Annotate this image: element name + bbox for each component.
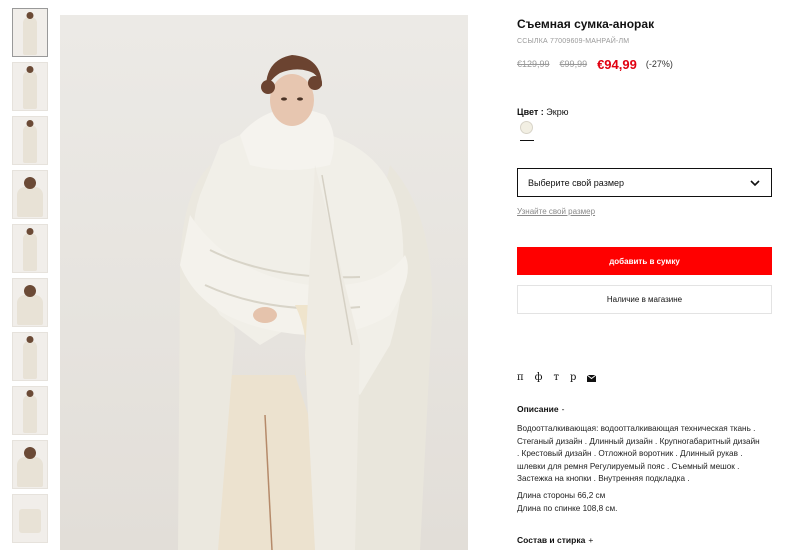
thumbnail-image [23,233,37,271]
thumbnail-image [26,390,34,397]
thumbnail-image [26,228,34,235]
thumbnail-image [23,341,37,379]
discount-badge: (-27%) [645,59,673,69]
thumbnail-image [19,509,41,533]
chevron-down-icon [750,179,760,186]
store-availability-button[interactable]: Наличие в магазине [517,285,772,314]
thumbnail-image [26,12,34,19]
measurements: Длина стороны 66,2 см Длина по спинке 10… [517,490,617,515]
thumbnail-10[interactable] [12,494,48,543]
thumbnail-image [17,295,43,325]
share-facebook-icon[interactable]: ф [535,371,543,385]
product-title: Съемная сумка-анорак [517,17,655,31]
thumbnail-image [26,120,34,127]
price-current: €94,99 [597,56,637,72]
measurement-back-length: Длина по спинке 108,8 см. [517,503,618,513]
composition-title: Состав и стирка [517,535,586,545]
description-line: Водоотталкивающая: водоотталкивающая тех… [517,424,756,433]
thumbnail-7[interactable] [12,332,48,381]
price-original-1: €129,99 [517,59,550,69]
thumbnail-image [23,395,37,433]
share-reddit-icon[interactable]: р [570,371,576,385]
thumbnail-1[interactable] [12,8,48,57]
main-product-image[interactable] [60,15,468,550]
thumbnail-5[interactable] [12,224,48,273]
color-name: Экрю [546,107,569,117]
thumbnail-image [24,285,36,297]
description-line: шлевки для ремня Регулируемый пояс . Съе… [517,461,740,471]
thumbnail-image [23,17,37,55]
description-text: Водоотталкивающая: водоотталкивающая тех… [517,423,775,486]
thumbnail-4[interactable] [12,170,48,219]
composition-care-heading[interactable]: Состав и стирка + [517,535,593,545]
thumbnail-8[interactable] [12,386,48,435]
size-guide-link[interactable]: Узнайте свой размер [517,207,595,216]
description-line: . Крестовый дизайн . Отложной воротник .… [517,449,743,459]
color-label: Цвет : Экрю [517,107,568,117]
product-photo-illustration [178,55,433,550]
product-reference: ССЫЛКА 77009609-МАНРАЙ-ЛМ [517,38,630,45]
price-original-2: €99,99 [559,59,588,69]
price-block: €129,99 €99,99 €94,99 (-27%) [517,56,673,72]
thumbnail-9[interactable] [12,440,48,489]
thumbnail-3[interactable] [12,116,48,165]
envelope-icon[interactable] [587,374,597,382]
thumbnail-image [24,177,36,189]
thumbnail-image [17,457,43,487]
description-toggle: - [561,404,565,414]
color-swatch-ecru[interactable] [520,121,533,134]
thumbnail-6[interactable] [12,278,48,327]
add-to-bag-button[interactable]: добавить в сумку [517,247,772,275]
thumbnail-image [26,66,34,73]
thumbnail-image [17,187,43,217]
thumbnail-image [23,125,37,163]
color-prefix: Цвет : [517,107,547,117]
share-bar: п ф т р [517,371,597,385]
thumbnail-image [26,336,34,343]
share-pinterest-icon[interactable]: п [517,371,524,385]
description-heading[interactable]: Описание - [517,404,564,414]
thumbnail-image [24,447,36,459]
size-select-placeholder: Выберите свой размер [528,177,625,188]
thumbnail-2[interactable] [12,62,48,111]
selected-swatch-indicator [520,140,534,141]
thumbnail-gallery [12,8,48,548]
share-twitter-icon[interactable]: т [554,371,560,385]
description-line: Стеганый дизайн . Длинный дизайн . Крупн… [517,436,760,446]
description-title: Описание [517,404,559,414]
measurement-side-length: Длина стороны 66,2 см [517,491,606,500]
size-select-dropdown[interactable]: Выберите свой размер [517,168,772,197]
thumbnail-image [23,71,37,109]
description-line: Застежка на кнопки . Внутренняя подкладк… [517,474,690,484]
composition-toggle: + [588,535,594,545]
